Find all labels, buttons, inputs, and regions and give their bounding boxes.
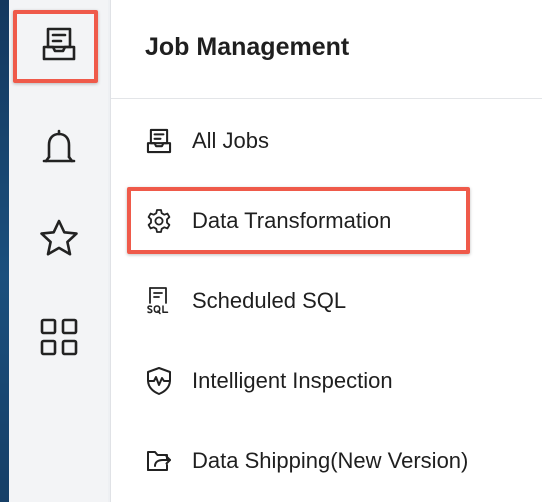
menu-item-scheduled-sql[interactable]: Scheduled SQL [111, 271, 542, 331]
sidebar-item-jobs[interactable] [9, 12, 108, 76]
menu-item-intelligent-inspection[interactable]: Intelligent Inspection [111, 351, 542, 411]
menu-item-label: Intelligent Inspection [192, 368, 393, 393]
job-list-icon [144, 126, 174, 156]
menu-item-label: Scheduled SQL [192, 288, 347, 313]
bell-icon [39, 127, 79, 169]
menu-item-data-shipping[interactable]: Data Shipping(New Version) [111, 431, 542, 491]
job-management-panel: Job Management All Jobs Data Transformat… [110, 0, 542, 502]
window-edge [0, 0, 9, 502]
menu-item-label: All Jobs [192, 128, 270, 153]
sidebar-rail [9, 0, 108, 502]
grid-icon [39, 317, 79, 357]
page-title: Job Management [145, 33, 350, 61]
menu-item-label: Data Transformation [192, 208, 392, 233]
panel-header: Job Management [111, 0, 542, 99]
gear-icon [144, 206, 174, 236]
shield-pulse-icon [144, 366, 174, 396]
sql-schedule-icon [144, 286, 174, 316]
sidebar-item-apps[interactable] [9, 305, 108, 369]
menu-item-data-transformation[interactable]: Data Transformation [111, 191, 542, 251]
star-icon [38, 218, 80, 258]
sidebar-item-favorites[interactable] [9, 206, 108, 270]
menu-item-all-jobs[interactable]: All Jobs [111, 111, 542, 171]
sidebar-item-notifications[interactable] [9, 116, 108, 180]
folder-export-icon [144, 446, 174, 476]
job-list-icon [40, 25, 78, 63]
menu-item-label: Data Shipping(New Version) [192, 448, 469, 473]
